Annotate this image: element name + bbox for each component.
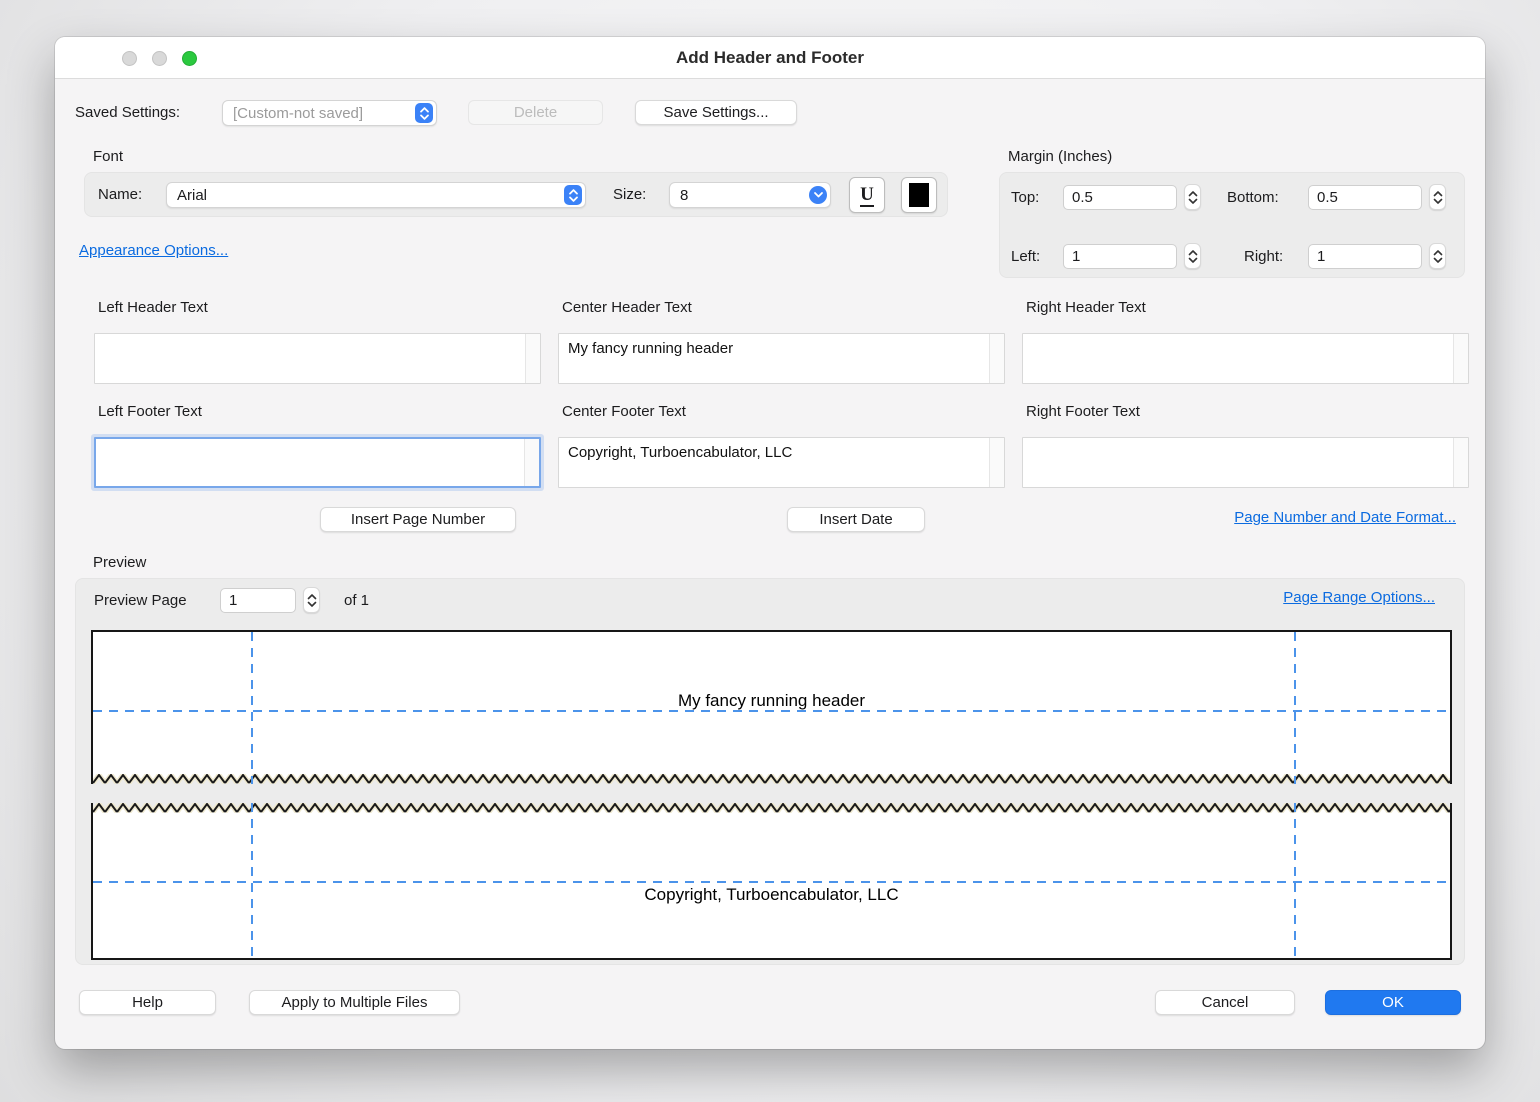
center-header-label: Center Header Text bbox=[562, 299, 692, 316]
torn-edge bbox=[93, 803, 1450, 813]
chevron-down-icon bbox=[1433, 257, 1443, 263]
margin-top-stepper[interactable] bbox=[1184, 184, 1201, 210]
saved-settings-dropdown[interactable]: [Custom-not saved] bbox=[222, 100, 437, 126]
saved-settings-value: [Custom-not saved] bbox=[233, 105, 415, 122]
font-color-button[interactable] bbox=[901, 177, 937, 213]
chevron-up-icon bbox=[1188, 250, 1198, 256]
margin-bottom-input[interactable] bbox=[1308, 185, 1422, 210]
top-margin-guide bbox=[93, 710, 1450, 712]
chevron-up-icon bbox=[1188, 191, 1198, 197]
margin-right-stepper[interactable] bbox=[1429, 243, 1446, 269]
save-settings-button[interactable]: Save Settings... bbox=[635, 100, 797, 125]
appearance-options-link[interactable]: Appearance Options... bbox=[79, 242, 228, 259]
chevron-down-icon bbox=[307, 601, 317, 607]
font-size-label: Size: bbox=[613, 186, 646, 203]
font-name-dropdown[interactable]: Arial bbox=[166, 182, 586, 208]
insert-page-number-button[interactable]: Insert Page Number bbox=[320, 507, 516, 532]
margin-groupbox: Top: Bottom: Left: Right: bbox=[999, 172, 1465, 278]
margin-group-label: Margin (Inches) bbox=[1008, 148, 1112, 165]
chevron-down-icon bbox=[809, 186, 827, 204]
right-footer-textarea[interactable] bbox=[1022, 437, 1469, 488]
chevron-down-icon bbox=[1188, 198, 1198, 204]
chevron-up-icon bbox=[1433, 250, 1443, 256]
center-footer-textarea[interactable]: Copyright, Turboencabulator, LLC bbox=[558, 437, 1005, 488]
popup-stepper-icon bbox=[415, 103, 433, 123]
page-number-date-format-link[interactable]: Page Number and Date Format... bbox=[1234, 509, 1456, 526]
delete-button: Delete bbox=[468, 100, 603, 125]
preview-page-top-half: My fancy running header bbox=[91, 630, 1452, 784]
title-bar: Add Header and Footer bbox=[55, 37, 1485, 79]
right-header-textarea[interactable] bbox=[1022, 333, 1469, 384]
margin-left-input[interactable] bbox=[1063, 244, 1177, 269]
chevron-up-icon bbox=[307, 594, 317, 600]
preview-page-bottom-half: Copyright, Turboencabulator, LLC bbox=[91, 803, 1452, 960]
preview-footer-text: Copyright, Turboencabulator, LLC bbox=[93, 885, 1450, 905]
cancel-button[interactable]: Cancel bbox=[1155, 990, 1295, 1015]
add-header-footer-dialog: Add Header and Footer Saved Settings: [C… bbox=[55, 37, 1485, 1049]
margin-bottom-label: Bottom: bbox=[1227, 189, 1279, 206]
margin-top-label: Top: bbox=[1011, 189, 1039, 206]
apply-to-multiple-files-button[interactable]: Apply to Multiple Files bbox=[249, 990, 460, 1015]
margin-bottom-stepper[interactable] bbox=[1429, 184, 1446, 210]
left-footer-textarea[interactable] bbox=[94, 437, 541, 488]
preview-page-input[interactable] bbox=[220, 588, 296, 613]
color-swatch-icon bbox=[909, 183, 929, 207]
bottom-margin-guide bbox=[93, 881, 1450, 883]
underline-icon: U bbox=[860, 184, 874, 207]
right-header-field-wrap bbox=[1022, 333, 1469, 384]
left-header-field-wrap bbox=[94, 333, 541, 384]
popup-stepper-icon bbox=[564, 185, 582, 205]
page-range-options-link[interactable]: Page Range Options... bbox=[1283, 589, 1435, 606]
font-size-value: 8 bbox=[680, 187, 809, 204]
left-footer-field-wrap bbox=[94, 437, 541, 488]
left-header-textarea[interactable] bbox=[94, 333, 541, 384]
font-name-value: Arial bbox=[177, 187, 564, 204]
font-group-label: Font bbox=[93, 148, 123, 165]
center-header-field-wrap: My fancy running header bbox=[558, 333, 1005, 384]
help-button[interactable]: Help bbox=[79, 990, 216, 1015]
right-footer-field-wrap bbox=[1022, 437, 1469, 488]
preview-group-label: Preview bbox=[93, 554, 146, 571]
preview-page-count: of 1 bbox=[344, 592, 369, 609]
margin-right-label: Right: bbox=[1244, 248, 1283, 265]
torn-edge bbox=[93, 774, 1450, 784]
chevron-down-icon bbox=[1188, 257, 1198, 263]
preview-page-area: My fancy running header Copyright, Turbo… bbox=[91, 630, 1452, 960]
left-footer-label: Left Footer Text bbox=[98, 403, 202, 420]
font-name-label: Name: bbox=[98, 186, 142, 203]
right-header-label: Right Header Text bbox=[1026, 299, 1146, 316]
right-footer-label: Right Footer Text bbox=[1026, 403, 1140, 420]
chevron-down-icon bbox=[1433, 198, 1443, 204]
dialog-title: Add Header and Footer bbox=[55, 37, 1485, 79]
margin-left-stepper[interactable] bbox=[1184, 243, 1201, 269]
margin-left-label: Left: bbox=[1011, 248, 1040, 265]
preview-page-stepper[interactable] bbox=[303, 587, 320, 613]
font-size-combobox[interactable]: 8 bbox=[669, 182, 831, 208]
margin-top-input[interactable] bbox=[1063, 185, 1177, 210]
center-header-textarea[interactable]: My fancy running header bbox=[558, 333, 1005, 384]
preview-page-label: Preview Page bbox=[94, 592, 187, 609]
preview-panel: Preview Page of 1 Page Range Options... … bbox=[75, 578, 1465, 965]
underline-button[interactable]: U bbox=[849, 177, 885, 213]
margin-right-input[interactable] bbox=[1308, 244, 1422, 269]
saved-settings-label: Saved Settings: bbox=[75, 104, 180, 121]
ok-button[interactable]: OK bbox=[1325, 990, 1461, 1015]
chevron-up-icon bbox=[1433, 191, 1443, 197]
insert-date-button[interactable]: Insert Date bbox=[787, 507, 925, 532]
center-footer-label: Center Footer Text bbox=[562, 403, 686, 420]
preview-header-text: My fancy running header bbox=[93, 691, 1450, 711]
center-footer-field-wrap: Copyright, Turboencabulator, LLC bbox=[558, 437, 1005, 488]
left-header-label: Left Header Text bbox=[98, 299, 208, 316]
font-groupbox: Name: Arial Size: 8 U bbox=[84, 172, 948, 217]
